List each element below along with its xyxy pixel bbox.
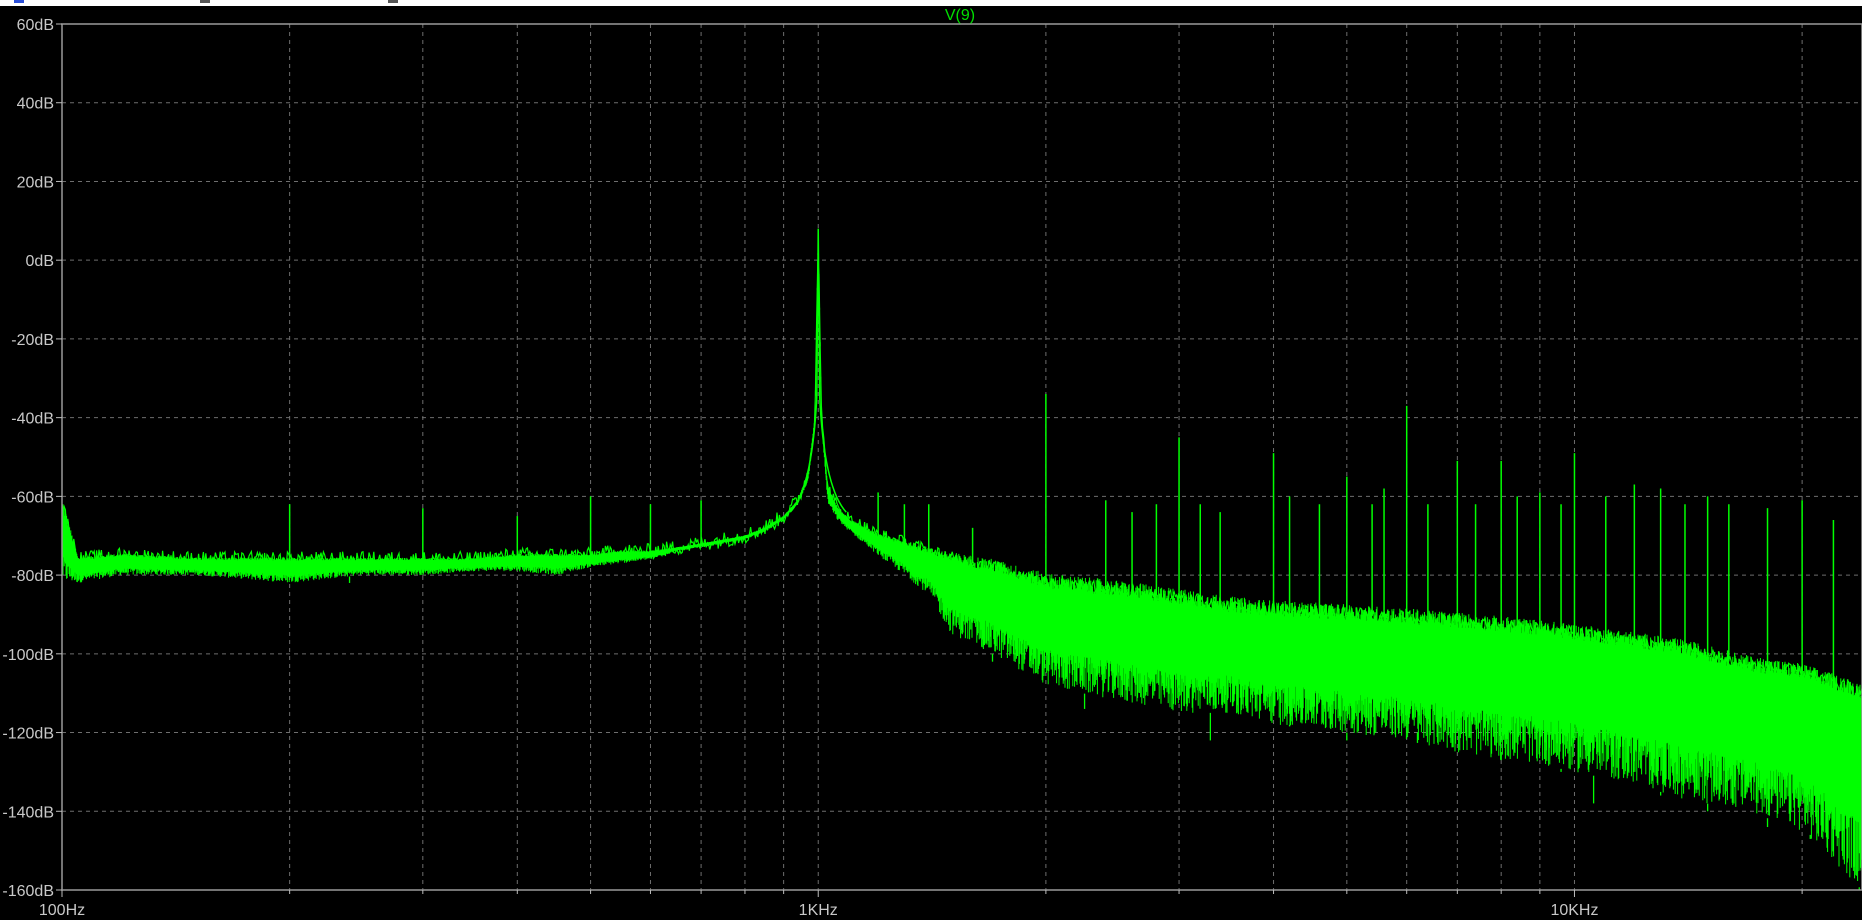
y-tick-label: 0dB [26, 253, 54, 270]
y-tick-label: -140dB [2, 804, 54, 821]
y-tick-label: -60dB [11, 489, 54, 506]
y-tick-label: -40dB [11, 411, 54, 428]
y-tick-label: -20dB [11, 332, 54, 349]
y-tick-label: 40dB [17, 96, 54, 113]
x-tick-label: 100Hz [39, 902, 85, 919]
plot-background [0, 6, 1862, 920]
x-tick-label: 1KHz [799, 902, 838, 919]
y-tick-label: -120dB [2, 726, 54, 743]
fft-plot[interactable]: 60dB 40dB 20dB 0dB -20dB -40dB -60dB -80dB -100d… [0, 0, 1862, 920]
y-tick-label: -160dB [2, 883, 54, 900]
y-tick-label: 60dB [17, 17, 54, 34]
x-tick-label: 10KHz [1550, 902, 1598, 919]
y-tick-label: 20dB [17, 174, 54, 191]
y-tick-label: -100dB [2, 647, 54, 664]
chart-title[interactable]: V(9) [945, 7, 975, 24]
y-tick-label: -80dB [11, 568, 54, 585]
